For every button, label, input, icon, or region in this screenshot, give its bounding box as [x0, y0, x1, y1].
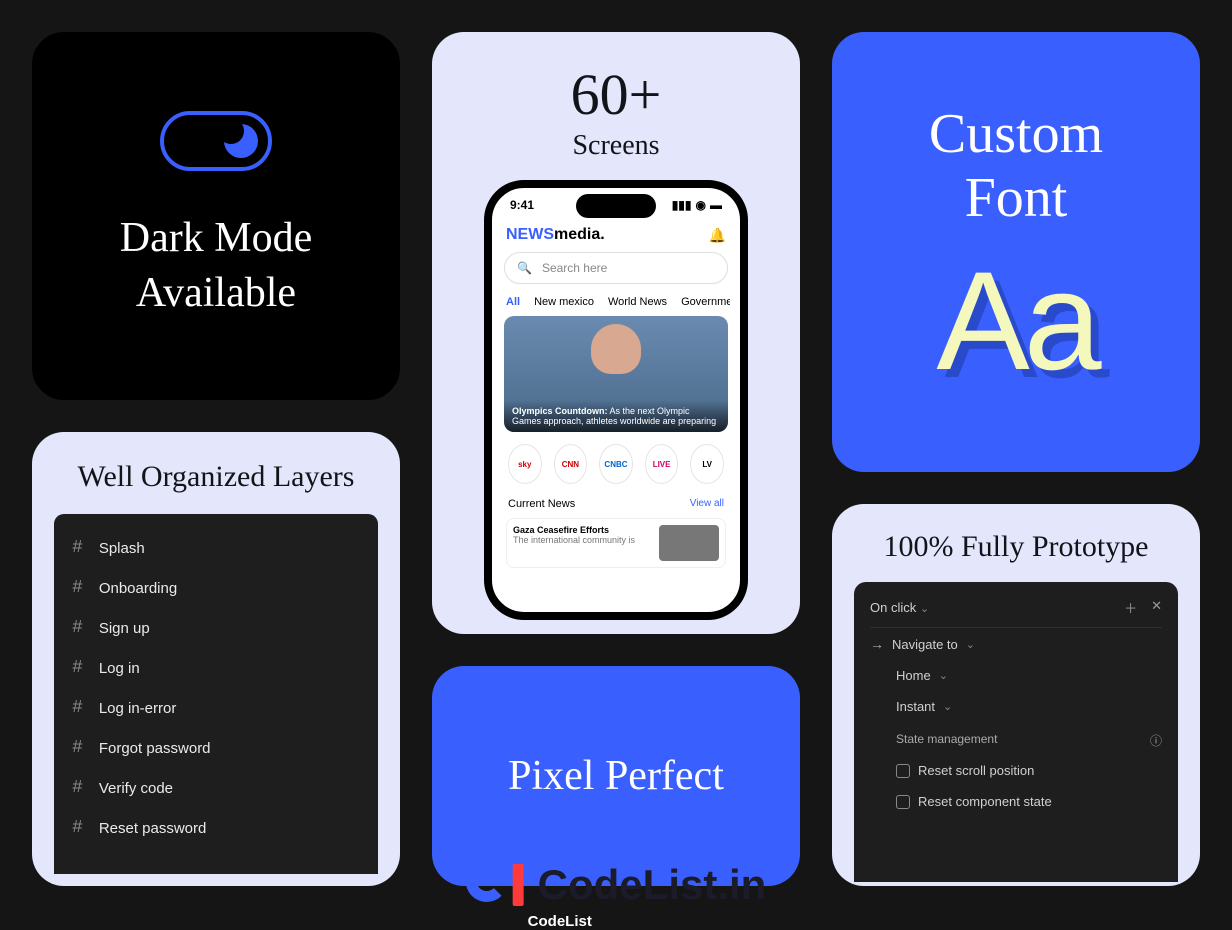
category-tabs: All New mexico World News Government Edu	[502, 284, 730, 316]
checkbox-icon	[896, 764, 910, 778]
dark-mode-title: Dark Mode Available	[120, 211, 312, 320]
phone-mockup: 9:41 ▮▮▮ ◉ ▬ NEWSmedia. 🔔 🔍 Search here	[484, 180, 748, 620]
frame-icon: #	[72, 778, 83, 798]
status-time: 9:41	[510, 198, 534, 212]
layer-item[interactable]: #Sign up	[54, 608, 378, 648]
layers-title: Well Organized Layers	[54, 460, 378, 494]
view-all-link[interactable]: View all	[690, 498, 724, 510]
signal-icon: ▮▮▮	[672, 198, 692, 212]
status-icons: ▮▮▮ ◉ ▬	[672, 198, 722, 212]
channel-chip[interactable]: LV	[690, 444, 724, 484]
watermark: CodeList.in CodeList	[466, 860, 767, 910]
frame-icon: #	[72, 538, 83, 558]
hero-card[interactable]: Olympics Countdown: As the next Olympic …	[504, 316, 728, 432]
chevron-down-icon: ⌄	[920, 603, 929, 615]
wifi-icon: ◉	[696, 198, 706, 212]
watermark-sub: CodeList	[528, 913, 592, 930]
tab-item[interactable]: Government	[681, 296, 730, 308]
checkbox-reset-component[interactable]: Reset component state	[870, 786, 1162, 817]
tab-all[interactable]: All	[506, 296, 520, 308]
frame-icon: #	[72, 818, 83, 838]
chevron-down-icon: ⌄	[939, 669, 948, 682]
pixel-perfect-card: Pixel Perfect	[432, 666, 800, 886]
prototype-panel: On click ⌄ ＋✕ → Navigate to ⌄ Home ⌄ Ins…	[854, 582, 1178, 882]
frame-icon: #	[72, 698, 83, 718]
battery-icon: ▬	[710, 198, 722, 212]
current-news-header: Current News View all	[502, 496, 730, 512]
layer-item[interactable]: #Verify code	[54, 768, 378, 808]
news-thumb	[659, 525, 719, 561]
font-title: Custom Font	[929, 102, 1103, 231]
news-card[interactable]: Gaza Ceasefire Efforts The international…	[506, 518, 726, 568]
prototype-title: 100% Fully Prototype	[854, 530, 1178, 564]
screens-label: Screens	[572, 130, 659, 162]
layer-item[interactable]: #Forgot password	[54, 728, 378, 768]
chevron-down-icon: ⌄	[943, 700, 952, 713]
plus-icon[interactable]: ＋	[1124, 598, 1137, 617]
layer-item[interactable]: #Reset password	[54, 808, 378, 848]
prototype-card: 100% Fully Prototype On click ⌄ ＋✕ → Nav…	[832, 504, 1200, 886]
hero-image	[591, 324, 641, 374]
watermark-text: CodeList.in	[538, 861, 767, 909]
screens-count: 60+	[571, 66, 662, 124]
channel-chip[interactable]: sky	[508, 444, 542, 484]
checkbox-reset-scroll[interactable]: Reset scroll position	[870, 755, 1162, 786]
search-input[interactable]: 🔍 Search here	[504, 252, 728, 284]
hero-text: Olympics Countdown: As the next Olympic …	[504, 400, 728, 432]
channel-chip[interactable]: CNBC	[599, 444, 633, 484]
dark-mode-card: Dark Mode Available	[32, 32, 400, 400]
destination-row[interactable]: Home ⌄	[870, 660, 1162, 691]
watermark-logo	[466, 860, 526, 910]
app-brand: NEWSmedia.	[506, 226, 605, 244]
prototype-trigger-row: On click ⌄ ＋✕	[870, 598, 1162, 628]
frame-icon: #	[72, 578, 83, 598]
pixel-title: Pixel Perfect	[508, 752, 724, 800]
info-icon[interactable]: ⓘ	[1150, 732, 1162, 749]
app-header: NEWSmedia. 🔔	[502, 216, 730, 252]
animation-row[interactable]: Instant ⌄	[870, 691, 1162, 722]
close-icon[interactable]: ✕	[1151, 598, 1162, 617]
screens-card: 60+ Screens 9:41 ▮▮▮ ◉ ▬ NEWSmedia. 🔔	[432, 32, 800, 634]
arrow-right-icon: →	[870, 636, 884, 652]
tab-item[interactable]: World News	[608, 296, 667, 308]
layers-card: Well Organized Layers #Splash #Onboardin…	[32, 432, 400, 886]
moon-icon	[224, 124, 258, 158]
search-placeholder: Search here	[542, 261, 607, 275]
layer-item[interactable]: #Onboarding	[54, 568, 378, 608]
font-glyphs: Aa	[936, 240, 1095, 402]
dark-mode-toggle[interactable]	[160, 111, 272, 171]
layer-item[interactable]: #Log in	[54, 648, 378, 688]
search-icon: 🔍	[517, 261, 532, 275]
channel-chip[interactable]: CNN	[554, 444, 588, 484]
layer-item[interactable]: #Log in-error	[54, 688, 378, 728]
action-row[interactable]: → Navigate to ⌄	[870, 628, 1162, 660]
frame-icon: #	[72, 738, 83, 758]
layer-item[interactable]: #Splash	[54, 528, 378, 568]
frame-icon: #	[72, 618, 83, 638]
state-section: State management ⓘ	[870, 722, 1162, 755]
phone-notch	[576, 194, 656, 218]
channel-chip[interactable]: LIVE	[645, 444, 679, 484]
tab-item[interactable]: New mexico	[534, 296, 594, 308]
frame-icon: #	[72, 658, 83, 678]
layer-list: #Splash #Onboarding #Sign up #Log in #Lo…	[54, 514, 378, 874]
chevron-down-icon: ⌄	[966, 638, 975, 651]
bell-icon[interactable]: 🔔	[709, 227, 726, 244]
checkbox-icon	[896, 795, 910, 809]
channel-row: sky CNN CNBC LIVE LV	[502, 432, 730, 496]
custom-font-card: Custom Font Aa	[832, 32, 1200, 472]
